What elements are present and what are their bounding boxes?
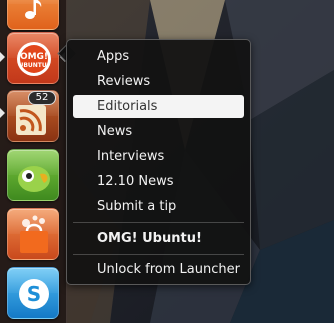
omg-ubuntu-icon: OMG! UBUNTU! (17, 42, 51, 76)
music-note-icon (25, 0, 42, 19)
svg-text:S: S (27, 282, 41, 306)
menu-item-apps[interactable]: Apps (73, 45, 244, 68)
unread-count-badge: 52 (28, 91, 56, 105)
quicklist-menu: Apps Reviews Editorials News Interviews … (66, 39, 251, 285)
running-indicator (0, 52, 5, 62)
launcher-item-parrot-chat[interactable] (7, 149, 59, 201)
menu-item-12-10-news[interactable]: 12.10 News (73, 170, 244, 193)
parrot-icon (18, 166, 50, 192)
menu-item-reviews[interactable]: Reviews (73, 70, 244, 93)
omg-logo-text: OMG! (20, 52, 48, 62)
menu-item-interviews[interactable]: Interviews (73, 145, 244, 168)
menu-item-editorials[interactable]: Editorials (73, 95, 244, 118)
launcher-item-skype[interactable]: S (7, 267, 59, 319)
menu-separator (73, 222, 244, 223)
launcher-item-music[interactable] (7, 0, 59, 30)
launcher-item-shopping[interactable] (7, 208, 59, 260)
menu-item-news[interactable]: News (73, 120, 244, 143)
menu-item-app-title[interactable]: OMG! Ubuntu! (73, 227, 244, 250)
shopping-bag-icon (20, 215, 48, 253)
launcher-bar: OMG! UBUNTU! 52 S (0, 0, 67, 323)
launcher-item-omg-ubuntu[interactable]: OMG! UBUNTU! (7, 32, 59, 84)
menu-item-unlock-from-launcher[interactable]: Unlock from Launcher (73, 258, 244, 281)
skype-icon: S (19, 279, 49, 309)
ubuntu-logo-text: UBUNTU! (18, 62, 49, 69)
menu-separator (73, 254, 244, 255)
running-indicator (0, 108, 5, 118)
menu-item-submit-tip[interactable]: Submit a tip (73, 195, 244, 218)
